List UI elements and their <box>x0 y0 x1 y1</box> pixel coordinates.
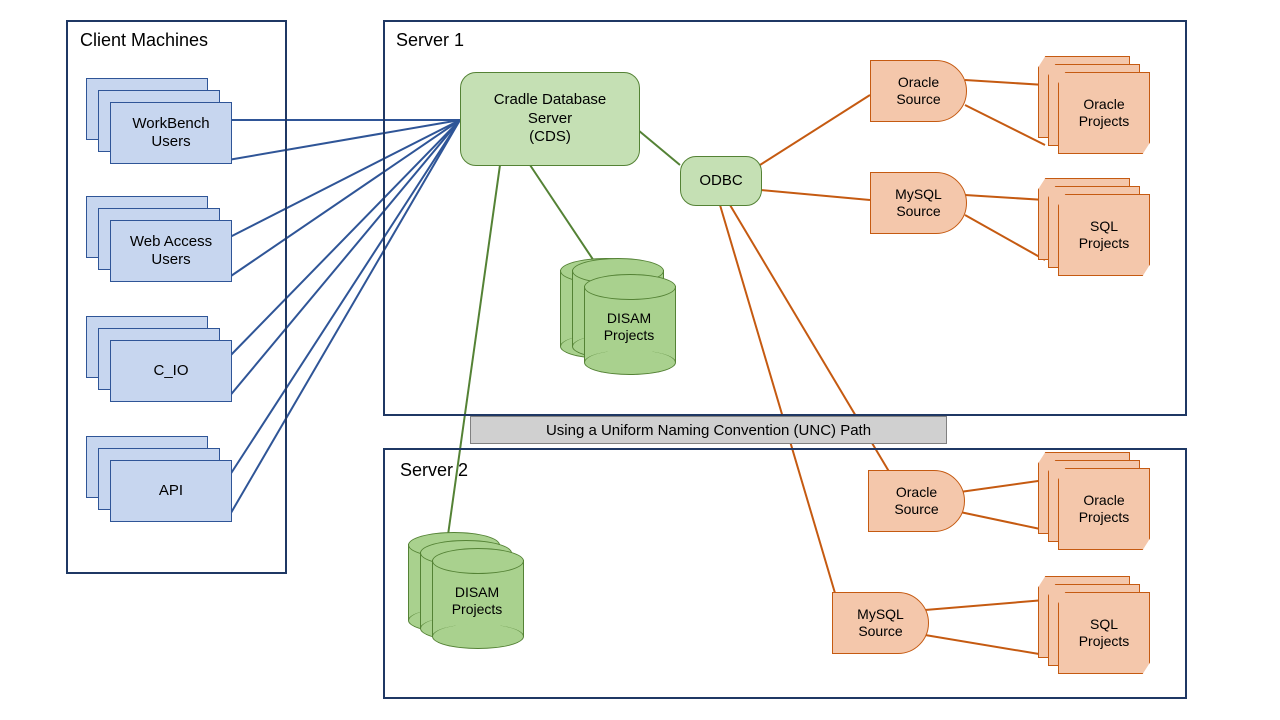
sql-projects-s2-label: SQL Projects <box>1058 592 1150 674</box>
sql-projects-s1-label: SQL Projects <box>1058 194 1150 276</box>
cds-box: Cradle Database Server (CDS) <box>460 72 640 166</box>
disam-s2-label: DISAM Projects <box>432 584 522 618</box>
oracle-source-s1: Oracle Source <box>870 60 967 122</box>
unc-banner: Using a Uniform Naming Convention (UNC) … <box>470 416 947 444</box>
cio-card: C_IO <box>110 340 232 402</box>
server1-label: Server 1 <box>396 30 464 51</box>
client-machines-label: Client Machines <box>80 30 208 51</box>
oracle-projects-s1-label: Oracle Projects <box>1058 72 1150 154</box>
webaccess-card: Web Access Users <box>110 220 232 282</box>
mysql-source-s1: MySQL Source <box>870 172 967 234</box>
api-card: API <box>110 460 232 522</box>
oracle-projects-s2-label: Oracle Projects <box>1058 468 1150 550</box>
oracle-source-s2: Oracle Source <box>868 470 965 532</box>
mysql-source-s2: MySQL Source <box>832 592 929 654</box>
server2-label: Server 2 <box>400 460 468 481</box>
disam-s1-label: DISAM Projects <box>584 310 674 344</box>
workbench-card: WorkBench Users <box>110 102 232 164</box>
odbc-box: ODBC <box>680 156 762 206</box>
